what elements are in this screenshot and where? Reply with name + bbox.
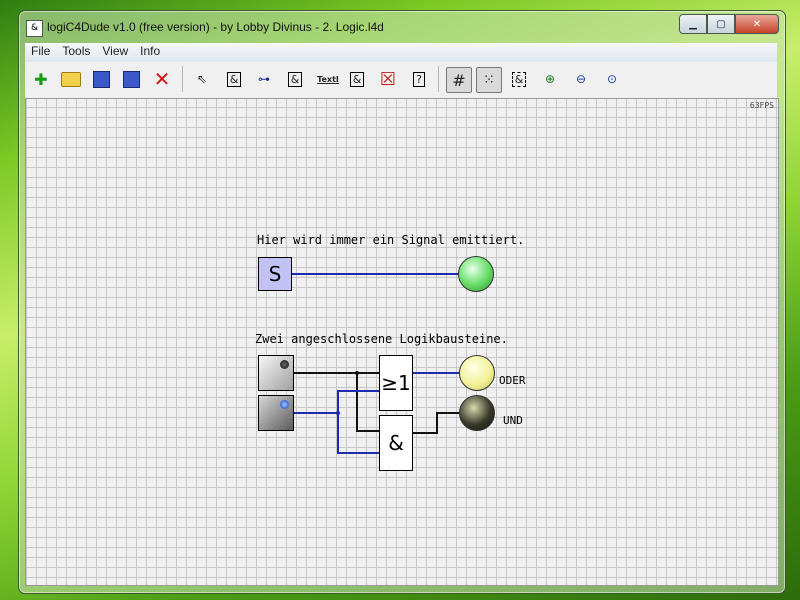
minimize-button[interactable]: ▁ xyxy=(679,14,707,34)
wire[interactable] xyxy=(436,412,460,414)
wire-tool-button[interactable]: ⊶ xyxy=(252,67,276,91)
zoom-in-icon: ⊕ xyxy=(544,72,556,86)
wire[interactable] xyxy=(356,430,380,432)
input-switch-off[interactable] xyxy=(258,355,294,391)
wire-junction xyxy=(336,411,340,415)
fps-counter: 63FPS xyxy=(749,101,774,110)
maximize-button[interactable]: ▢ xyxy=(707,14,735,34)
canvas-label-2: Zwei angeschlossene Logikbausteine. xyxy=(255,332,508,346)
grid-icon: # xyxy=(452,70,466,90)
save-button[interactable] xyxy=(89,67,113,91)
edit-gate-button[interactable]: & xyxy=(345,67,369,91)
edit-gate-icon: & xyxy=(349,71,365,87)
wire[interactable] xyxy=(294,412,338,414)
frame-gate-icon: & xyxy=(511,71,527,87)
delete-gate-icon: ☒ xyxy=(379,68,397,90)
close-window-button[interactable]: ✕ xyxy=(735,14,779,34)
title-bar[interactable]: & logiC4Dude v1.0 (free version) - by Lo… xyxy=(19,11,785,45)
toolbar-separator xyxy=(182,66,183,92)
wire[interactable] xyxy=(356,372,358,432)
plus-icon: ✚ xyxy=(34,69,48,89)
canvas-label-1: Hier wird immer ein Signal emittiert. xyxy=(257,233,525,247)
wire[interactable] xyxy=(337,452,380,454)
delete-button[interactable]: ✕ xyxy=(150,67,174,91)
und-label: UND xyxy=(503,414,523,427)
and-gate-icon: & xyxy=(226,71,242,87)
save-as-button[interactable] xyxy=(119,67,143,91)
signal-source[interactable]: S xyxy=(258,257,292,291)
oder-output-lamp xyxy=(459,355,495,391)
grid-dots-toggle[interactable]: ⁙ xyxy=(476,67,502,93)
zoom-out-icon: ⊖ xyxy=(575,72,587,86)
new-file-button[interactable]: ✚ xyxy=(29,67,53,91)
output-lamp-green xyxy=(458,256,494,292)
zoom-in-button[interactable]: ⊕ xyxy=(538,67,562,91)
wire[interactable] xyxy=(412,372,460,374)
open-file-button[interactable] xyxy=(59,67,83,91)
oder-label: ODER xyxy=(499,374,526,387)
und-output-lamp xyxy=(459,395,495,431)
gate-info-button[interactable]: ? xyxy=(407,67,431,91)
save-icon xyxy=(92,70,110,88)
cursor-icon: ⇖ xyxy=(196,72,208,86)
menu-info[interactable]: Info xyxy=(134,43,166,62)
input-switch-on[interactable] xyxy=(258,395,294,431)
switch-led-icon xyxy=(280,360,289,369)
folder-icon xyxy=(61,71,81,87)
wire[interactable] xyxy=(294,372,380,374)
app-window: & logiC4Dude v1.0 (free version) - by Lo… xyxy=(18,10,786,594)
select-tool-button[interactable]: ⇖ xyxy=(190,67,214,91)
wire[interactable] xyxy=(292,273,476,275)
and-gate[interactable]: & xyxy=(379,415,413,471)
menu-view[interactable]: View xyxy=(96,43,134,62)
save-as-icon xyxy=(122,70,140,88)
menu-file[interactable]: File xyxy=(25,43,56,62)
help-icon: ? xyxy=(413,71,425,87)
add-gate-button[interactable]: & xyxy=(222,67,246,91)
close-icon: ✕ xyxy=(153,67,171,91)
grid-lines-toggle[interactable]: # xyxy=(446,67,472,93)
delete-gate-button[interactable]: ☒ xyxy=(376,67,400,91)
wire[interactable] xyxy=(436,412,438,434)
zoom-reset-button[interactable]: ⊙ xyxy=(600,67,624,91)
wire[interactable] xyxy=(412,432,438,434)
move-gate-icon: & xyxy=(287,71,303,87)
wire[interactable] xyxy=(337,390,339,454)
frame-gate-button[interactable]: & xyxy=(507,67,531,91)
wire-icon: ⊶ xyxy=(258,72,270,86)
text-tool-button[interactable]: TextI xyxy=(315,67,341,91)
move-tool-button[interactable]: & xyxy=(283,67,307,91)
circuit-canvas[interactable]: 63FPS Hier wird immer ein Signal emittie… xyxy=(25,98,779,586)
app-icon: & xyxy=(26,20,43,37)
text-tool-label: TextI xyxy=(317,74,339,84)
menu-tools[interactable]: Tools xyxy=(56,43,96,62)
or-gate[interactable]: ≥1 xyxy=(379,355,413,411)
toolbar-separator xyxy=(438,66,439,92)
zoom-reset-icon: ⊙ xyxy=(606,72,618,86)
menu-bar: File Tools View Info xyxy=(25,43,777,63)
window-title: logiC4Dude v1.0 (free version) - by Lobb… xyxy=(47,20,384,34)
grid-dots-icon: ⁙ xyxy=(483,72,495,88)
switch-led-icon xyxy=(280,400,289,409)
zoom-out-button[interactable]: ⊖ xyxy=(569,67,593,91)
wire-junction xyxy=(355,371,359,375)
wire[interactable] xyxy=(337,390,380,392)
toolbar: ✚ ✕ ⇖ & ⊶ & TextI & ☒ ? # ⁙ & ⊕ ⊖ ⊙ xyxy=(25,62,777,99)
